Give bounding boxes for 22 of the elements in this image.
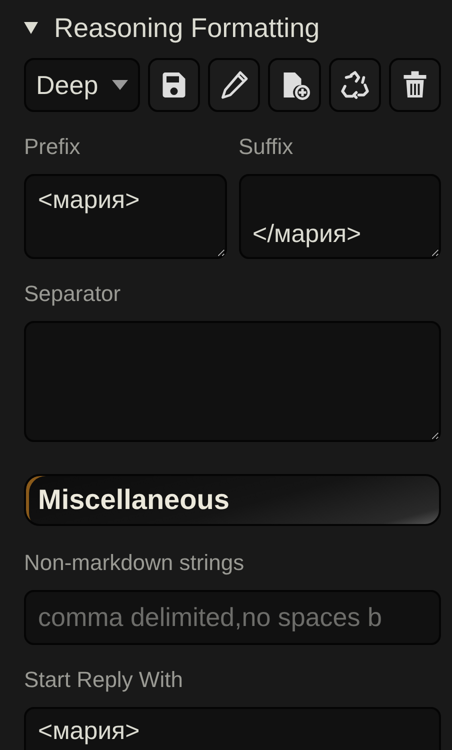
rename-button[interactable] [208, 58, 260, 112]
field-label: Separator [24, 281, 122, 307]
caret-icon [112, 80, 128, 90]
new-button[interactable] [268, 58, 321, 112]
delete-button[interactable] [388, 58, 442, 112]
start-reply-field[interactable]: <мария> [24, 707, 441, 750]
section-header[interactable]: Miscellaneous [24, 474, 441, 526]
field-label: Prefix [24, 134, 82, 160]
section-title: Reasoning Formatting [54, 12, 320, 44]
separator-field[interactable] [24, 321, 441, 442]
input-field[interactable]: comma delimited,no spaces b [24, 590, 441, 645]
save-button[interactable] [148, 58, 200, 112]
field-label: Start Reply With [24, 667, 184, 693]
field-label: Non-markdown strings [24, 550, 246, 576]
prefix-field[interactable]: <мария> [24, 174, 226, 259]
suffix-field[interactable]: </мария> [238, 174, 441, 259]
preset-dropdown[interactable]: Deep [24, 58, 140, 112]
field-label: Suffix [238, 134, 294, 160]
pencil-icon [219, 70, 250, 100]
restore-button[interactable] [328, 58, 381, 112]
recycle-icon [340, 70, 370, 100]
caret-icon[interactable] [24, 22, 38, 34]
